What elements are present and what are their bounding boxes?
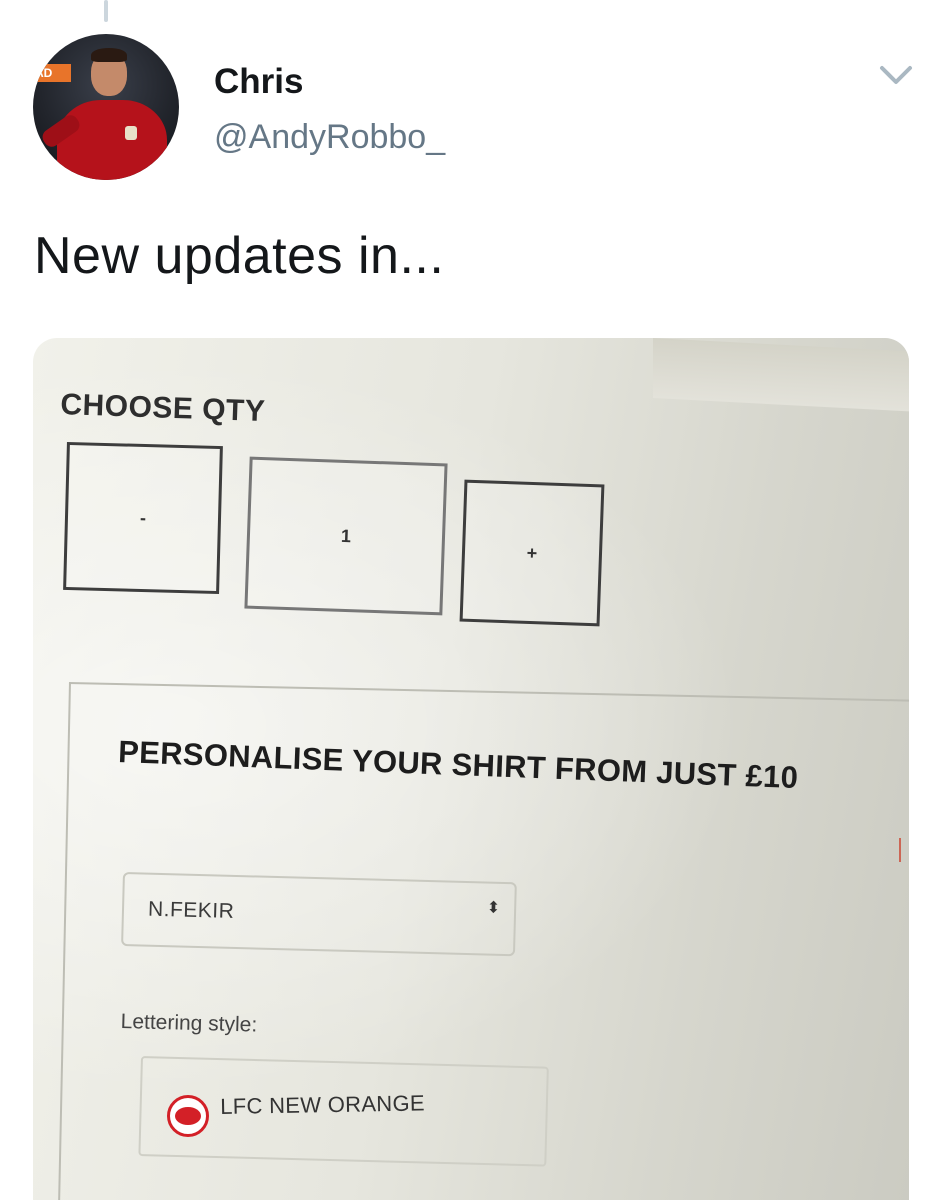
tweet-text: New updates in... bbox=[34, 227, 445, 285]
thread-connector-line bbox=[104, 0, 108, 22]
radio-selected-icon[interactable] bbox=[167, 1095, 209, 1137]
avatar[interactable]: AD bbox=[33, 34, 179, 180]
qty-decrease-button[interactable]: - bbox=[63, 441, 223, 595]
player-name-select-value: N.FEKIR bbox=[147, 897, 235, 923]
lettering-style-label: Lettering style: bbox=[120, 1010, 258, 1037]
chevron-down-icon bbox=[880, 66, 912, 84]
qty-increase-label: + bbox=[526, 542, 538, 563]
qty-decrease-label: - bbox=[139, 507, 147, 528]
avatar-shirt-crest bbox=[125, 126, 137, 140]
edge-link-fragment[interactable] bbox=[899, 838, 909, 862]
tweet-photo[interactable]: CHOOSE QTY - 1 + PERSONALISE YOUR SHIRT … bbox=[33, 338, 909, 1200]
avatar-hair bbox=[91, 48, 127, 62]
tweet-menu-button[interactable] bbox=[876, 60, 916, 90]
display-name[interactable]: Chris bbox=[214, 62, 303, 102]
radio-dot bbox=[175, 1107, 201, 1125]
lettering-option-label: LFC NEW ORANGE bbox=[220, 1090, 426, 1119]
avatar-banner-text: AD bbox=[35, 66, 53, 80]
user-handle[interactable]: @AndyRobbo_ bbox=[214, 118, 445, 157]
qty-increase-button[interactable]: + bbox=[459, 479, 605, 627]
choose-qty-label: CHOOSE QTY bbox=[59, 388, 266, 429]
qty-value: 1 bbox=[340, 525, 352, 546]
player-name-select[interactable]: N.FEKIR ⬍ bbox=[121, 872, 517, 957]
qty-value-field[interactable]: 1 bbox=[244, 456, 448, 616]
select-arrows-icon: ⬍ bbox=[486, 899, 501, 917]
avatar-shirt bbox=[57, 100, 167, 180]
